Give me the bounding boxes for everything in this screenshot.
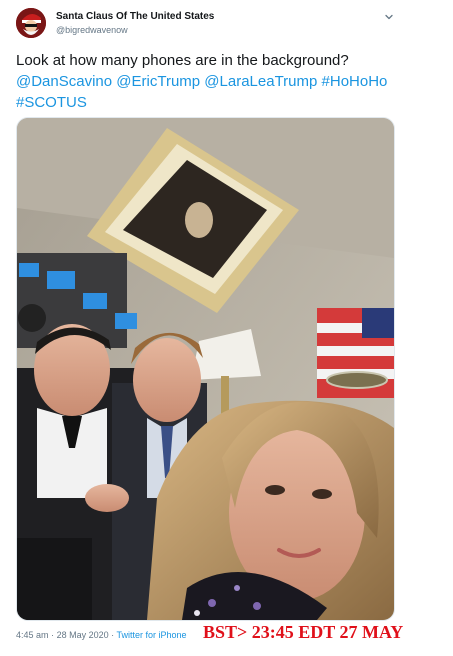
tweet-meta: 4:45 am · 28 May 2020 · Twitter for iPho… (16, 630, 187, 640)
chevron-down-icon[interactable] (383, 10, 395, 22)
meta-separator: · (51, 630, 55, 640)
tweet-card: Santa Claus Of The United States @bigred… (0, 0, 453, 656)
tweet-photo[interactable] (16, 117, 395, 621)
santa-avatar-icon (16, 8, 46, 38)
mention-link[interactable]: @LaraLeaTrump (204, 73, 317, 90)
tweet-text-links: @DanScavino @EricTrump @LaraLeaTrump #Ho… (16, 71, 416, 92)
tweet-text-line: Look at how many phones are in the backg… (16, 52, 349, 69)
tweet-date[interactable]: 28 May 2020 (57, 630, 109, 640)
mention-link[interactable]: @DanScavino (16, 73, 112, 90)
hashtag-link[interactable]: #HoHoHo (322, 73, 388, 90)
display-name[interactable]: Santa Claus Of The United States (56, 11, 214, 22)
tweet-text: Look at how many phones are in the backg… (16, 50, 416, 113)
tweet-source-link[interactable]: Twitter for iPhone (116, 630, 186, 640)
avatar[interactable] (16, 8, 46, 38)
mention-link[interactable]: @EricTrump (116, 73, 200, 90)
tweet-time[interactable]: 4:45 am (16, 630, 49, 640)
tweet-text-links: #SCOTUS (16, 92, 416, 113)
selfie-photo-image (17, 118, 394, 620)
meta-separator: · (111, 630, 115, 640)
user-handle[interactable]: @bigredwavenow (56, 25, 128, 35)
hashtag-link[interactable]: #SCOTUS (16, 94, 87, 111)
timezone-annotation: BST> 23:45 EDT 27 MAY (203, 622, 404, 642)
